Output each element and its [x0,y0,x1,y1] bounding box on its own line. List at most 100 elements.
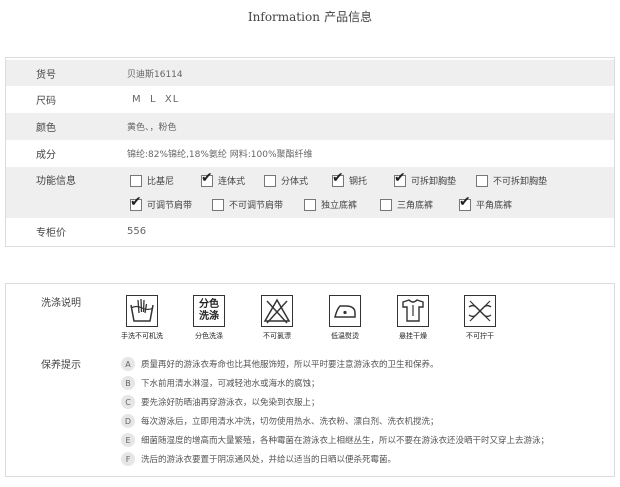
item-no-value: 贝迪斯16114 [127,69,183,80]
care-caption: 不可氯漂 [263,332,291,340]
tip-letter: C [121,395,135,409]
feature-option-label: 可拆卸胸垫 [411,177,457,187]
color-label: 颜色 [36,123,56,134]
tip-letter: B [121,376,135,390]
feature-option-label: 比基尼 [147,177,175,187]
check-icon: ✔ [201,169,213,186]
size-value: M L XL [132,94,180,105]
symbol-line: 洗涤 [199,311,219,322]
feature-option[interactable]: 不可调节肩带 [212,198,283,211]
tip-item: C 要先涂好防晒油再穿游泳衣，以免染到衣服上； [121,395,320,409]
page-title: Information 产品信息 [0,8,620,25]
feature-option[interactable]: 比基尼 [130,174,174,187]
tip-letter: E [121,433,135,447]
maintenance-label: 保养提示 [41,360,81,371]
tip-text: 洗后的游泳衣要置于阴凉通风处，并给以适当的日晒以便杀死霉菌。 [141,455,397,465]
care-caption: 悬挂干燥 [399,332,427,340]
care-icon-item: 悬挂干燥 [393,295,433,341]
tip-text: 质量再好的游泳衣寿命也比其他服饰短，所以平时要注意游泳衣的卫生和保养。 [141,360,439,370]
feature-option[interactable]: ✔ 钢托 [332,171,368,187]
tip-text: 每次游泳后，立即用清水冲洗，切勿使用热水、洗衣粉、漂白剂、洗衣机搅洗； [141,417,439,427]
row-color: 颜色 黄色、，粉色 [6,113,614,140]
care-caption: 手洗不可机洗 [121,332,163,340]
care-section: 洗涤说明 手洗不可机洗 分色 洗涤 分色洗涤 不可氯漂 低温熨烫 悬挂干燥 不可… [5,283,615,477]
material-label: 成分 [36,150,56,161]
care-icon-item: 不可拧干 [460,295,500,341]
features-label: 功能信息 [36,176,76,187]
tip-item: B 下水前用清水淋湿，可减轻池水或海水的腐蚀； [121,376,320,390]
feature-option[interactable]: 分体式 [264,174,308,187]
tip-text: 下水前用清水淋湿，可减轻池水或海水的腐蚀； [141,379,320,389]
care-icon-item: 低温熨烫 [325,295,365,341]
feature-option-label: 独立底裤 [321,201,358,211]
feature-option[interactable]: ✔ 连体式 [201,171,246,187]
checkbox[interactable]: ✔ [459,195,471,211]
feature-option[interactable]: 独立底裤 [304,198,357,211]
feature-option-label: 平角底裤 [476,201,513,211]
row-size: 尺码 M L XL [6,86,614,113]
checkbox[interactable] [304,198,316,211]
care-icon-item: 分色 洗涤 分色洗涤 [189,295,229,341]
checkbox[interactable]: ✔ [130,195,142,211]
price-value: 556 [127,225,147,237]
checkbox[interactable] [264,174,276,187]
feature-option-label: 可调节肩带 [147,201,193,211]
check-icon: ✔ [332,169,344,186]
tip-text: 要先涂好防晒油再穿游泳衣，以免染到衣服上； [141,398,320,408]
tip-item: D 每次游泳后，立即用清水冲洗，切勿使用热水、洗衣粉、漂白剂、洗衣机搅洗； [121,414,439,428]
tip-item: A 质量再好的游泳衣寿命也比其他服饰短，所以平时要注意游泳衣的卫生和保养。 [121,357,439,371]
tip-letter: F [121,452,135,466]
no-bleach-icon [261,295,293,327]
low-iron-icon [329,295,361,327]
separate-wash-icon: 分色 洗涤 [193,295,225,327]
check-icon: ✔ [459,193,471,210]
tip-item: F 洗后的游泳衣要置于阴凉通风处，并给以适当的日晒以便杀死霉菌。 [121,452,396,466]
product-info-table: 货号 贝迪斯16114 尺码 M L XL 颜色 黄色、，粉色 成分 锦纶:82… [5,57,615,247]
care-icon-item: 不可氯漂 [257,295,297,341]
care-icon-item: 手洗不可机洗 [121,295,163,341]
row-item-no: 货号 贝迪斯16114 [6,60,614,86]
feature-option-label: 不可调节肩带 [229,201,284,211]
checkbox[interactable]: ✔ [201,171,213,187]
checkbox[interactable] [380,198,392,211]
material-value: 锦纶:82%锦纶,18%氨纶 网料:100%聚酯纤维 [127,150,313,160]
care-caption: 不可拧干 [466,332,494,340]
tip-letter: D [121,414,135,428]
title-en: Information [247,10,320,24]
size-label: 尺码 [36,96,56,107]
check-icon: ✔ [394,169,406,186]
item-no-label: 货号 [36,69,56,81]
care-caption: 低温熨烫 [331,332,359,340]
title-zh: 产品信息 [324,10,373,24]
row-features: 功能信息 比基尼 ✔ 连体式 分体式 ✔ 钢托 ✔ 可拆卸胸垫 不可拆卸胸垫 ✔ 可调节… [6,167,614,218]
feature-option[interactable]: ✔ 平角底裤 [459,195,513,211]
tip-item: E 细菌随湿度的增高而大量繁殖，各种霉菌在游泳衣上相继丛生，所以不要在游泳衣还没晒… [121,433,549,447]
price-label: 专柜价 [36,227,66,239]
feature-option[interactable]: 不可拆卸胸垫 [476,174,547,187]
row-price: 专柜价 556 [6,218,614,244]
checkbox[interactable]: ✔ [332,171,344,187]
checkbox[interactable] [476,174,488,187]
care-label: 洗涤说明 [41,298,81,309]
feature-option[interactable]: 三角底裤 [380,198,433,211]
checkbox[interactable] [130,174,142,187]
checkbox[interactable]: ✔ [394,171,406,187]
color-value: 黄色、，粉色 [127,123,177,133]
feature-option-label: 不可拆卸胸垫 [493,177,548,187]
no-wring-icon [464,295,496,327]
tip-letter: A [121,357,135,371]
hang-dry-icon [397,295,429,327]
row-material: 成分 锦纶:82%锦纶,18%氨纶 网料:100%聚酯纤维 [6,140,614,167]
feature-option-label: 钢托 [349,177,368,187]
symbol-line: 分色 [199,299,219,310]
check-icon: ✔ [130,193,142,210]
tip-text: 细菌随湿度的增高而大量繁殖，各种霉菌在游泳衣上相继丛生，所以不要在游泳衣还没晒干… [141,436,550,446]
feature-option-label: 连体式 [218,177,246,187]
feature-option[interactable]: ✔ 可拆卸胸垫 [394,171,457,187]
hand-wash-icon [126,295,158,327]
feature-option[interactable]: ✔ 可调节肩带 [130,195,193,211]
feature-option-label: 分体式 [281,177,309,187]
care-caption: 分色洗涤 [195,332,223,340]
checkbox[interactable] [212,198,224,211]
feature-option-label: 三角底裤 [397,201,434,211]
